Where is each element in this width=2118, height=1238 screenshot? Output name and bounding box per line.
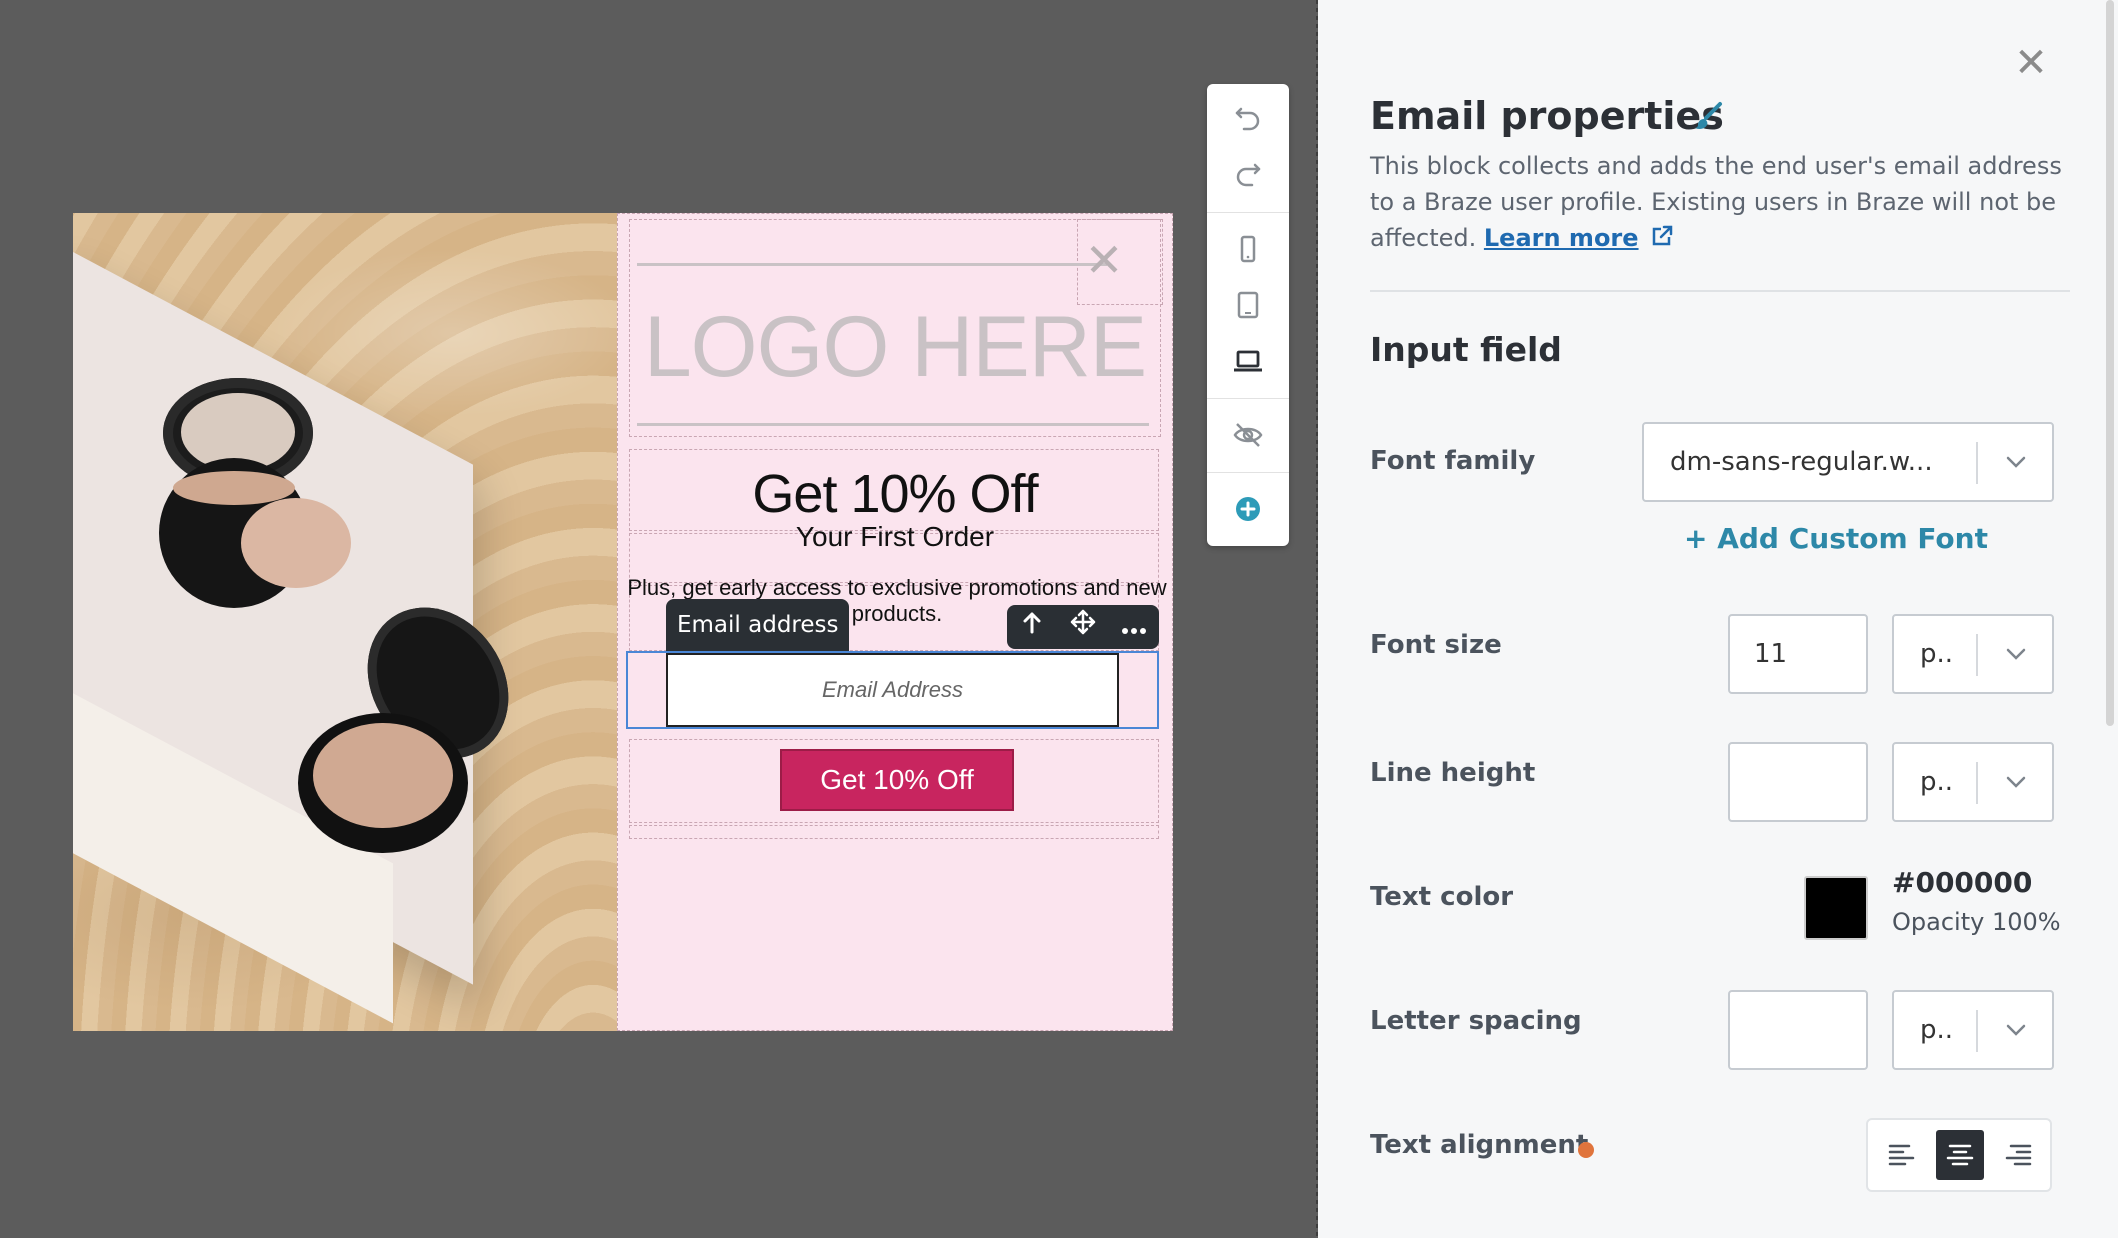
properties-panel: ✕ Email properties This block collects a… — [1318, 0, 2118, 1238]
select-divider — [1976, 634, 1978, 676]
add-custom-font-button[interactable]: + Add Custom Font — [1684, 522, 1988, 555]
panel-title: Email properties — [1370, 94, 1724, 138]
letter-spacing-label: Letter spacing — [1370, 1006, 1582, 1036]
letter-spacing-unit: p.. — [1920, 1015, 1954, 1045]
external-link-icon[interactable] — [1650, 224, 1674, 248]
description-text: This block collects and adds the end use… — [1370, 152, 2062, 252]
block-type-label: Email address — [666, 599, 850, 651]
font-family-select[interactable]: dm-sans-regular.w... — [1642, 422, 2054, 502]
modified-indicator — [1578, 1142, 1594, 1158]
arrow-up-icon[interactable] — [1012, 605, 1052, 649]
logo-placeholder[interactable]: LOGO HERE — [617, 298, 1173, 397]
letter-spacing-unit-select[interactable]: p.. — [1892, 990, 2054, 1070]
move-icon[interactable] — [1063, 605, 1103, 649]
hero-image[interactable] — [73, 213, 617, 1031]
align-center-button[interactable] — [1936, 1130, 1984, 1180]
line-height-unit: p.. — [1920, 767, 1954, 797]
undo-icon[interactable] — [1207, 90, 1289, 144]
powder-puff-shape — [241, 498, 351, 588]
select-divider — [1976, 1010, 1978, 1052]
section-title: Input field — [1370, 330, 1562, 369]
mobile-icon[interactable] — [1207, 222, 1289, 276]
chevron-down-icon — [1996, 1010, 2036, 1050]
color-opacity-value: Opacity 100% — [1892, 908, 2061, 936]
learn-more-link[interactable]: Learn more — [1484, 224, 1639, 252]
toolbar-divider — [1207, 472, 1289, 473]
logo-rule — [637, 263, 1107, 266]
font-family-value: dm-sans-regular.w... — [1670, 447, 1933, 477]
select-divider — [1976, 442, 1978, 484]
add-icon[interactable] — [1207, 482, 1289, 536]
chevron-down-icon — [1996, 442, 2036, 482]
font-size-unit-select[interactable]: p.. — [1892, 614, 2054, 694]
desktop-icon[interactable] — [1207, 334, 1289, 388]
text-color-label: Text color — [1370, 882, 1514, 912]
align-center-icon — [1946, 1144, 1974, 1166]
text-alignment-label: Text alignment — [1370, 1130, 1589, 1160]
align-right-icon — [2005, 1144, 2032, 1166]
panel-divider — [1370, 290, 2070, 292]
toolbar-divider — [1207, 398, 1289, 399]
align-left-button[interactable] — [1878, 1130, 1926, 1180]
close-icon[interactable]: ✕ — [2008, 40, 2054, 86]
line-height-input[interactable] — [1728, 742, 1868, 822]
font-size-unit: p.. — [1920, 639, 1954, 669]
panel-description: This block collects and adds the end use… — [1370, 148, 2070, 256]
line-height-label: Line height — [1370, 758, 1536, 788]
email-input[interactable]: Email Address — [666, 653, 1119, 727]
cta-button[interactable]: Get 10% Off — [780, 749, 1014, 811]
letter-spacing-input[interactable] — [1728, 990, 1868, 1070]
hide-icon[interactable] — [1207, 408, 1289, 462]
close-icon[interactable]: ✕ — [1077, 233, 1131, 287]
more-icon[interactable] — [1114, 605, 1154, 649]
editor-toolbar — [1207, 84, 1289, 546]
align-left-icon — [1888, 1144, 1915, 1166]
redo-icon[interactable] — [1207, 146, 1289, 200]
chevron-down-icon — [1996, 634, 2036, 674]
form-column: LOGO HERE ✕ Get 10% Off Your First Order… — [617, 213, 1173, 1031]
chevron-down-icon — [1996, 762, 2036, 802]
logo-rule — [637, 423, 1149, 426]
compact-powder-shape — [313, 723, 453, 828]
text-alignment-group — [1866, 1118, 2052, 1192]
line-height-unit-select[interactable]: p.. — [1892, 742, 2054, 822]
headline-text[interactable]: Get 10% Off — [617, 463, 1173, 525]
color-hex-value[interactable]: #000000 — [1892, 866, 2032, 899]
align-right-button[interactable] — [1994, 1130, 2042, 1180]
panel-scrollbar[interactable] — [2106, 0, 2114, 726]
brush-icon[interactable] — [1692, 100, 1724, 132]
spacer-block-outline — [629, 825, 1159, 839]
block-toolbar — [1007, 605, 1159, 649]
select-divider — [1976, 762, 1978, 804]
editor-canvas: LOGO HERE ✕ Get 10% Off Your First Order… — [0, 0, 1318, 1238]
toolbar-divider — [1207, 212, 1289, 213]
color-swatch[interactable] — [1804, 876, 1868, 940]
font-family-label: Font family — [1370, 446, 1536, 476]
modal-preview: LOGO HERE ✕ Get 10% Off Your First Order… — [73, 213, 1173, 1031]
font-size-label: Font size — [1370, 630, 1502, 660]
font-size-input[interactable]: 11 — [1728, 614, 1868, 694]
tablet-icon[interactable] — [1207, 278, 1289, 332]
subhead-text[interactable]: Your First Order — [617, 521, 1173, 553]
